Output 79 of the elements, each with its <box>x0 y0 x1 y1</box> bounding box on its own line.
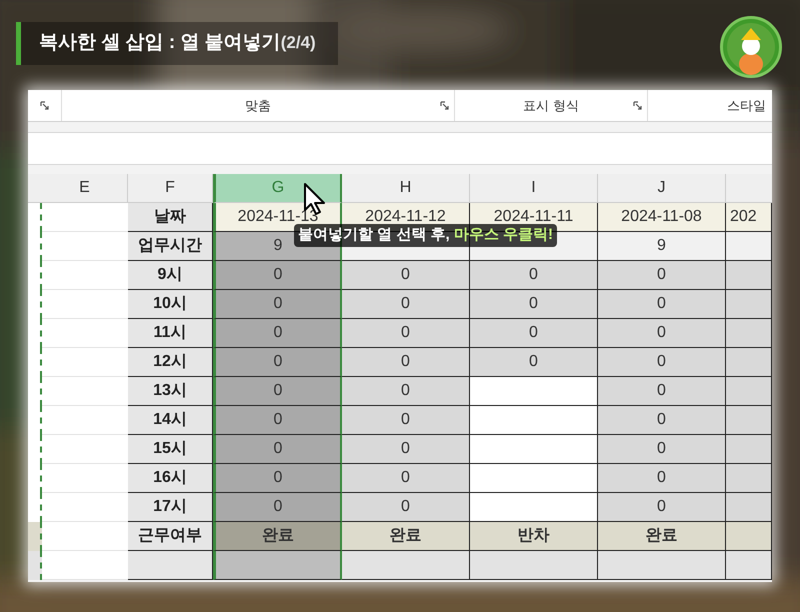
table-cell <box>726 348 772 377</box>
table-cell: 0 <box>213 464 342 493</box>
ribbon-group-label: 스타일 <box>727 96 766 115</box>
table-cell: 0 <box>342 319 470 348</box>
column-header[interactable]: H <box>342 174 470 203</box>
table-cell: 0 <box>598 377 726 406</box>
table-cell: 0 <box>342 493 470 522</box>
table-cell: 0 <box>470 290 598 319</box>
table-cell <box>726 261 772 290</box>
table-cell <box>726 493 772 522</box>
table-cell: 0 <box>598 493 726 522</box>
instruction-caption: 붙여넣기할 열 선택 후, 마우스 우클릭! <box>294 224 558 246</box>
column-header[interactable]: F <box>128 174 213 203</box>
table-cell: 0 <box>598 464 726 493</box>
row-label: 14시 <box>128 406 213 435</box>
table-cell <box>726 290 772 319</box>
table-cell: 완료 <box>213 522 342 551</box>
table-cell: 0 <box>213 377 342 406</box>
dialog-launcher-icon[interactable] <box>633 101 643 111</box>
table-cell: 0 <box>213 493 342 522</box>
table-cell: 0 <box>598 261 726 290</box>
table-cell: 0 <box>470 261 598 290</box>
table-cell <box>28 203 42 232</box>
row-label: 13시 <box>128 377 213 406</box>
table-cell: 0 <box>598 406 726 435</box>
table-cell: 0 <box>470 348 598 377</box>
table-cell: 0 <box>342 406 470 435</box>
table-cell: 2024-11-08 <box>598 203 726 232</box>
table-cell <box>726 464 772 493</box>
table-cell: 완료 <box>342 522 470 551</box>
table-cell: 0 <box>213 406 342 435</box>
row-label: 10시 <box>128 290 213 319</box>
table-cell: 0 <box>213 319 342 348</box>
table-cell: 202 <box>726 203 772 232</box>
table-cell <box>726 435 772 464</box>
row-label: 업무시간 <box>128 232 213 261</box>
table-cell: 0 <box>342 464 470 493</box>
table-cell: 0 <box>470 319 598 348</box>
row-label: 9시 <box>128 261 213 290</box>
dialog-launcher-icon[interactable] <box>40 100 50 110</box>
table-cell: 0 <box>213 348 342 377</box>
table-cell <box>28 522 42 551</box>
table-cell: 0 <box>342 261 470 290</box>
column-header[interactable]: I <box>470 174 598 203</box>
table-cell: 0 <box>213 435 342 464</box>
table-cell: 완료 <box>598 522 726 551</box>
column-header[interactable]: J <box>598 174 726 203</box>
table-cell: 0 <box>342 290 470 319</box>
table-cell <box>726 377 772 406</box>
table-cell: 0 <box>598 290 726 319</box>
table-cell: 0 <box>342 348 470 377</box>
table-cell <box>726 551 772 580</box>
table-cell <box>726 522 772 551</box>
ribbon-group-label: 표시 형식 <box>523 96 579 115</box>
row-label: 17시 <box>128 493 213 522</box>
row-label: 날짜 <box>128 203 213 232</box>
table-cell: 0 <box>213 290 342 319</box>
table-cell: 반차 <box>470 522 598 551</box>
row-label: 15시 <box>128 435 213 464</box>
row-label: 16시 <box>128 464 213 493</box>
ribbon-group-label: 맞춤 <box>245 96 271 115</box>
table-cell: 0 <box>598 348 726 377</box>
row-label: 근무여부 <box>128 522 213 551</box>
dialog-launcher-icon[interactable] <box>440 101 450 111</box>
table-cell <box>726 319 772 348</box>
table-cell: 0 <box>598 435 726 464</box>
table-cell: 0 <box>342 435 470 464</box>
row-label: 11시 <box>128 319 213 348</box>
table-cell <box>28 493 42 522</box>
table-cell: 9 <box>598 232 726 261</box>
table-cell: 0 <box>342 377 470 406</box>
row-label: 12시 <box>128 348 213 377</box>
table-cell <box>726 232 772 261</box>
table-cell <box>726 406 772 435</box>
table-cell <box>28 551 42 580</box>
column-header[interactable]: E <box>42 174 128 203</box>
table-cell: 0 <box>598 319 726 348</box>
table-cell: 0 <box>213 261 342 290</box>
slide-title: 복사한 셀 삽입 : 열 붙여넣기(2/4) <box>39 31 316 56</box>
